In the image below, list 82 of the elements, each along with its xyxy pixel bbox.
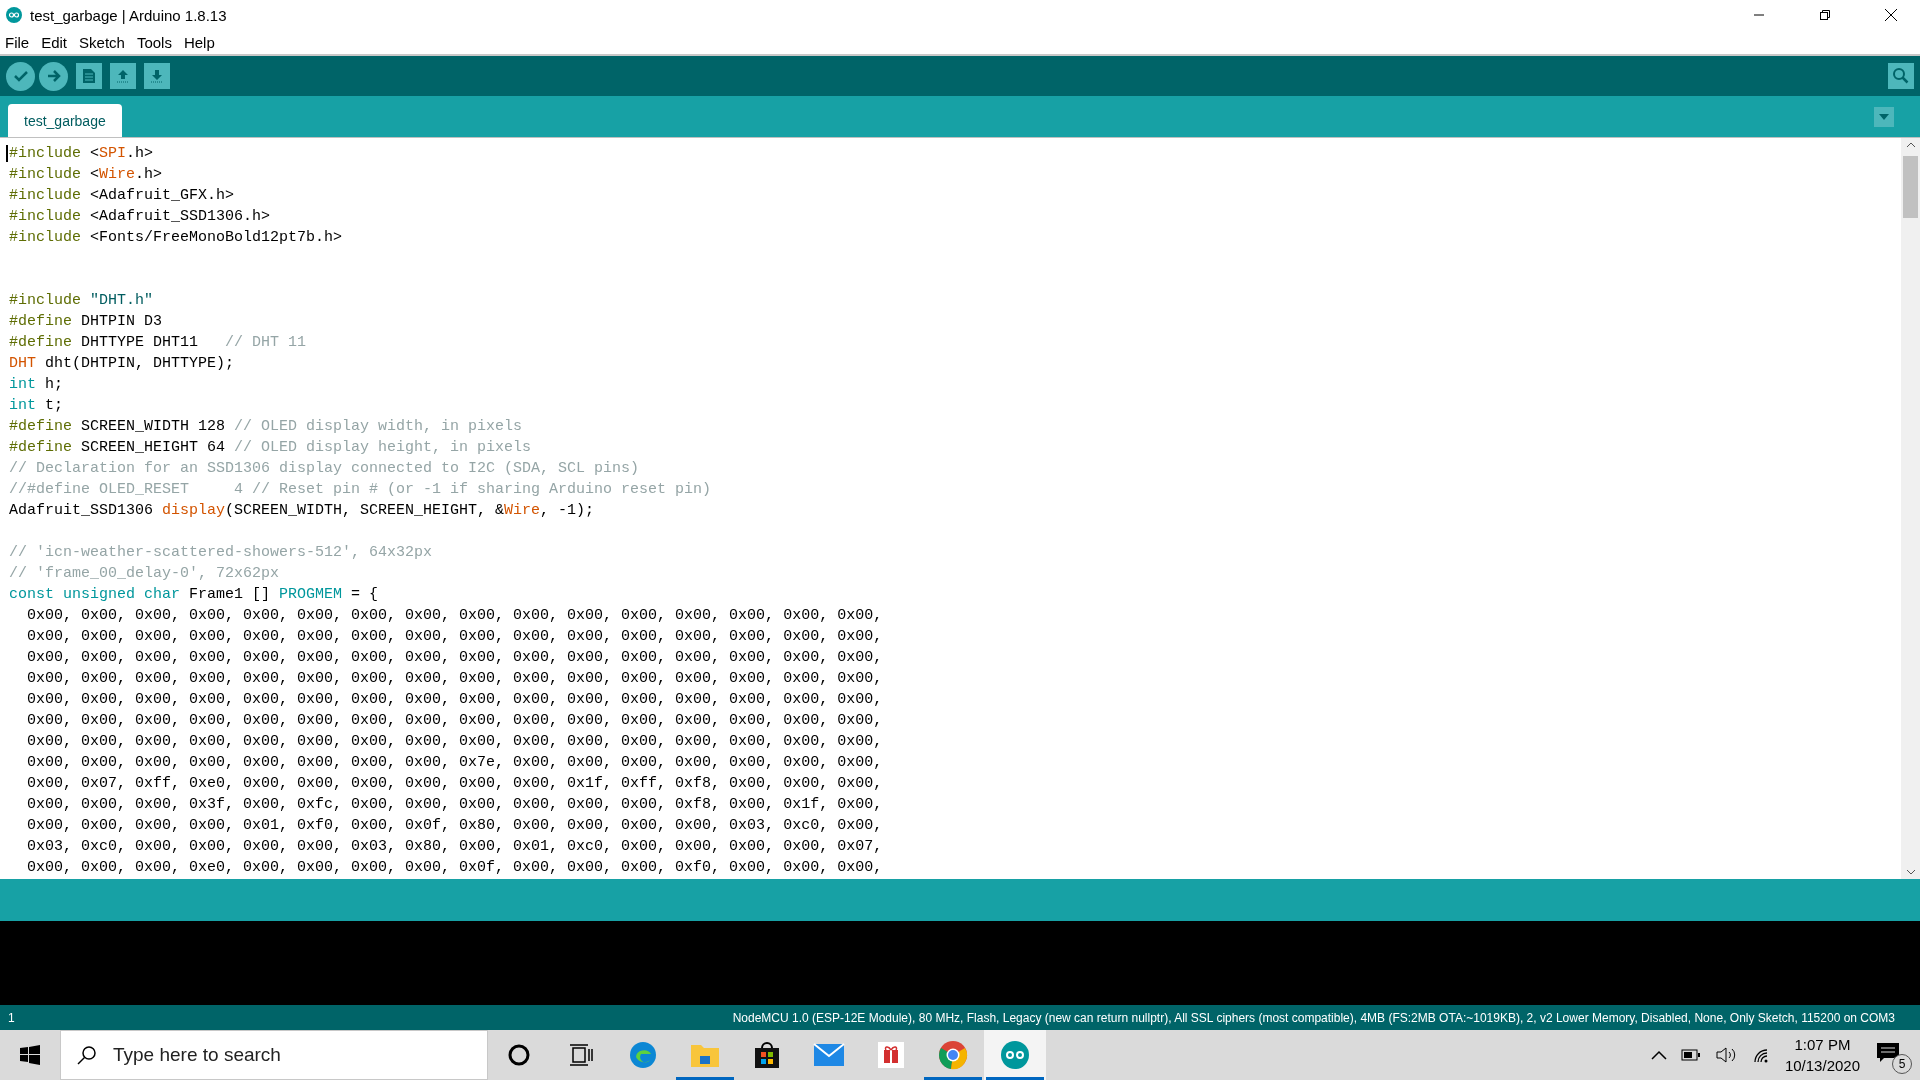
code-line: 0x00, 0x00, 0x00, 0x00, 0x00, 0x00, 0x00, 0x00, 0x00, 0x00, 0x00, 0x00, 0x00, 0x00, 0x00, 0x00,: [26, 669, 883, 689]
code-line: Adafruit_SSD1306 display(SCREEN_WIDTH, SCREEN_HEIGHT, &Wire, -1);: [9, 501, 595, 521]
vertical-scrollbar[interactable]: [1901, 138, 1920, 879]
time-text: 1:07 PM: [1794, 1035, 1851, 1055]
menu-item[interactable]: Tools: [135, 33, 173, 51]
clock[interactable]: 1:07 PM 10/13/2020: [1784, 1034, 1860, 1076]
line-number: 1: [8, 1010, 15, 1025]
chrome-icon: [938, 1040, 968, 1070]
envelope-icon: [813, 1043, 845, 1067]
code-line: #include <SPI.h>: [9, 144, 154, 164]
verify-button[interactable]: [6, 61, 35, 91]
checkmark-icon: [12, 68, 29, 84]
window-title: test_garbage | Arduino 1.8.13: [30, 6, 228, 24]
upload-button[interactable]: [39, 61, 68, 91]
search-icon: [77, 1045, 97, 1065]
close-icon: [1884, 8, 1898, 22]
windows-logo-icon: [20, 1045, 40, 1065]
code-line: 0x00, 0x00, 0x00, 0x3f, 0x00, 0xfc, 0x00, 0x00, 0x00, 0x00, 0x00, 0x00, 0xf8, 0x00, 0x1f, 0x00,: [26, 795, 883, 815]
speaker-icon[interactable]: [1714, 1046, 1737, 1064]
code-line: #include "DHT.h": [9, 291, 154, 311]
code-line: 0x00, 0x00, 0x00, 0x00, 0x00, 0x00, 0x00, 0x00, 0x7e, 0x00, 0x00, 0x00, 0x00, 0x00, 0x00, 0x00,: [26, 753, 883, 773]
restore-icon: [1819, 9, 1831, 21]
code-line: #include <Adafruit_SSD1306.h>: [9, 207, 271, 227]
code-line: #include <Wire.h>: [9, 165, 163, 185]
text-cursor: [6, 145, 8, 162]
gift-icon: [877, 1041, 905, 1069]
caret-icon: [1879, 113, 1889, 120]
code-line: #define DHTPIN D3: [9, 312, 163, 332]
right-arrow-icon: [45, 68, 62, 84]
code-line: 0x00, 0x00, 0x00, 0x00, 0x00, 0x00, 0x00, 0x00, 0x00, 0x00, 0x00, 0x00, 0x00, 0x00, 0x00, 0x00,: [26, 648, 883, 668]
code-line: 0x00, 0x00, 0x00, 0x00, 0x00, 0x00, 0x00, 0x00, 0x00, 0x00, 0x00, 0x00, 0x00, 0x00, 0x00, 0x00,: [26, 606, 883, 626]
open-button[interactable]: [110, 63, 136, 89]
edge-icon: [628, 1040, 658, 1070]
date-text: 10/13/2020: [1784, 1056, 1860, 1076]
code-line: 0x00, 0x07, 0xff, 0xe0, 0x00, 0x00, 0x00, 0x00, 0x00, 0x00, 0x1f, 0xff, 0xf8, 0x00, 0x00, 0x00,: [26, 774, 883, 794]
infinity-logo-icon: [1000, 1040, 1030, 1070]
code-line: 0x00, 0x00, 0x00, 0x00, 0x01, 0xf0, 0x00, 0x0f, 0x80, 0x00, 0x00, 0x00, 0x00, 0x03, 0xc0, 0x00,: [26, 816, 883, 836]
speech-bubble-icon: [1876, 1042, 1900, 1064]
code-line: 0x00, 0x00, 0x00, 0xe0, 0x00, 0x00, 0x00, 0x00, 0x0f, 0x00, 0x00, 0x00, 0xf0, 0x00, 0x00, 0x00,: [26, 858, 883, 878]
code-line: #define DHTTYPE DHT11 // DHT 11: [9, 333, 307, 353]
code-line: 0x00, 0x00, 0x00, 0x00, 0x00, 0x00, 0x00, 0x00, 0x00, 0x00, 0x00, 0x00, 0x00, 0x00, 0x00, 0x00,: [26, 690, 883, 710]
scrollbar-thumb[interactable]: [1903, 156, 1918, 218]
menu-item[interactable]: Help: [182, 33, 216, 51]
code-line: #include <Adafruit_GFX.h>: [9, 186, 235, 206]
menu-item[interactable]: File: [4, 33, 31, 51]
magnifier-icon: [1892, 67, 1910, 85]
document-icon: [82, 68, 96, 84]
code-line: //#define OLED_RESET 4 // Reset pin # (or -1 if sharing Arduino reset pin): [9, 480, 712, 500]
board-info: NodeMCU 1.0 (ESP-12E Module), 80 MHz, Flash, Legacy (new can return nullptr), All SSL ciphers (most compatible), 4MB (FS:2MB OTA:~1019KB), 2, v2 Lower Memory, Disabled, None, Only Sketch, 115200 on COM3: [732, 1010, 1895, 1025]
serial-monitor-button[interactable]: [1888, 63, 1914, 89]
code-line: // 'icn-weather-scattered-showers-512', 64x32px: [9, 543, 433, 563]
search-input[interactable]: Type here to search: [111, 1043, 487, 1067]
code-line: #include <Fonts/FreeMonoBold12pt7b.h>: [9, 228, 343, 248]
save-button[interactable]: [144, 63, 170, 89]
code-line: #define SCREEN_HEIGHT 64 // OLED display height, in pixels: [9, 438, 532, 458]
code-line: 0x00, 0x00, 0x00, 0x00, 0x00, 0x00, 0x00, 0x00, 0x00, 0x00, 0x00, 0x00, 0x00, 0x00, 0x00, 0x00,: [26, 732, 883, 752]
up-arrow-icon: [115, 68, 131, 84]
ring-icon: [508, 1044, 530, 1066]
code-line: int t;: [9, 396, 64, 416]
down-arrow-icon: [149, 68, 165, 84]
infinity-logo-icon: [6, 7, 22, 23]
code-line: // 'frame_00_delay-0', 72x62px: [9, 564, 280, 584]
code-line: const unsigned char Frame1 [] PROGMEM = {: [9, 585, 379, 605]
new-sketch-button[interactable]: [76, 63, 102, 89]
code-line: 0x03, 0xc0, 0x00, 0x00, 0x00, 0x00, 0x03, 0x80, 0x00, 0x01, 0xc0, 0x00, 0x00, 0x00, 0x00, 0x07,: [26, 837, 883, 857]
battery-icon[interactable]: [1680, 1049, 1701, 1061]
code-line: #define SCREEN_WIDTH 128 // OLED display width, in pixels: [9, 417, 523, 437]
task-view-icon: [569, 1044, 593, 1066]
tab-menu-button[interactable]: [1874, 106, 1894, 127]
code-line: // Declaration for an SSD1306 display connected to I2C (SDA, SCL pins): [9, 459, 640, 479]
code-line: int h;: [9, 375, 64, 395]
chevron-up-icon[interactable]: [1650, 1050, 1667, 1060]
folder-icon: [690, 1042, 720, 1068]
code-line: DHT dht(DHTPIN, DHTTYPE);: [9, 354, 235, 374]
code-line: 0x00, 0x00, 0x00, 0x00, 0x00, 0x00, 0x00, 0x00, 0x00, 0x00, 0x00, 0x00, 0x00, 0x00, 0x00, 0x00,: [26, 627, 883, 647]
sketch-tab[interactable]: test_garbage: [8, 104, 122, 137]
notification-count: 5: [1892, 1054, 1912, 1074]
search-field[interactable]: Type here to search: [60, 1030, 488, 1080]
menu-item[interactable]: Edit: [40, 33, 69, 51]
menu-item[interactable]: Sketch: [78, 33, 126, 51]
shopping-bag-icon: [753, 1041, 781, 1069]
code-line: 0x00, 0x00, 0x00, 0x00, 0x00, 0x00, 0x00, 0x00, 0x00, 0x00, 0x00, 0x00, 0x00, 0x00, 0x00, 0x00,: [26, 711, 883, 731]
